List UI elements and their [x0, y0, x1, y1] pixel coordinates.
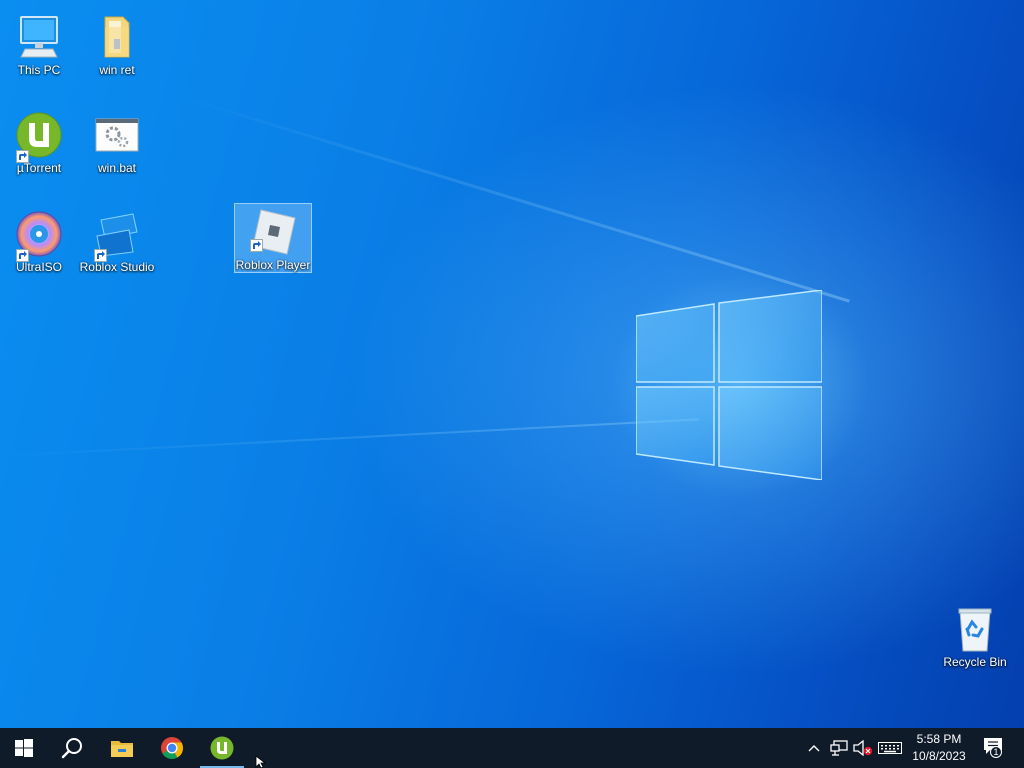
- notification-count-badge: 1: [990, 746, 1002, 758]
- batch-file-icon: [93, 111, 141, 159]
- desktop-icon-label: µTorrent: [16, 161, 62, 175]
- desktop-icon-label: Roblox Player: [235, 258, 311, 272]
- search-icon: [61, 738, 82, 759]
- taskbar: 5:58 PM 10/8/2023 1: [0, 728, 1024, 768]
- start-button[interactable]: [0, 728, 48, 768]
- utorrent-taskbar-button[interactable]: [198, 728, 246, 768]
- windows-start-icon: [15, 739, 33, 757]
- search-button[interactable]: [48, 728, 96, 768]
- desktop-icon-win-bat[interactable]: win.bat: [78, 106, 156, 186]
- desktop-icon-label: Roblox Studio: [79, 260, 155, 274]
- utorrent-icon: [210, 736, 234, 760]
- show-hidden-icons-button[interactable]: [804, 728, 824, 768]
- desktop-icon-ultraiso[interactable]: UltraISO: [0, 205, 78, 285]
- mouse-cursor-icon: [255, 756, 267, 768]
- clock-date: 10/8/2023: [912, 749, 966, 763]
- desktop-icon-label: This PC: [17, 63, 61, 77]
- windows-logo-wallpaper: [636, 290, 822, 480]
- chrome-icon: [161, 737, 183, 759]
- shortcut-arrow-icon: [94, 249, 107, 262]
- clock-time: 5:58 PM: [916, 732, 962, 746]
- desktop-icon-roblox-studio[interactable]: Roblox Studio: [78, 205, 156, 285]
- clock[interactable]: 5:58 PM 10/8/2023: [904, 731, 974, 765]
- folder-icon: [93, 13, 141, 61]
- desktop-icon-roblox-player[interactable]: Roblox Player: [234, 203, 312, 273]
- chrome-button[interactable]: [148, 728, 196, 768]
- network-button[interactable]: [828, 728, 850, 768]
- notification-icon: 1: [983, 737, 1005, 759]
- shortcut-arrow-icon: [250, 239, 263, 252]
- recycle-bin-icon: [951, 605, 999, 653]
- desktop-icon-label: win ret: [99, 63, 135, 77]
- input-indicator-button[interactable]: [876, 728, 904, 768]
- wallpaper-light-beam: [0, 418, 700, 457]
- shortcut-arrow-icon: [16, 249, 29, 262]
- desktop-icon-label: win.bat: [97, 161, 137, 175]
- file-explorer-button[interactable]: [98, 728, 146, 768]
- desktop-icon-win-ret[interactable]: win ret: [78, 8, 156, 88]
- volume-muted-icon: [853, 740, 873, 756]
- desktop-icon-this-pc[interactable]: This PC: [0, 8, 78, 88]
- this-pc-icon: [15, 13, 63, 61]
- network-icon: [830, 740, 848, 756]
- desktop-icon-recycle-bin[interactable]: Recycle Bin: [936, 600, 1014, 680]
- file-explorer-icon: [111, 741, 133, 757]
- chevron-up-icon: [808, 745, 820, 752]
- desktop-icon-label: UltraISO: [15, 260, 62, 274]
- desktop-icon-label: Recycle Bin: [943, 655, 1007, 669]
- shortcut-arrow-icon: [16, 150, 29, 163]
- desktop-icon-utorrent[interactable]: µTorrent: [0, 106, 78, 186]
- action-center-button[interactable]: 1: [980, 728, 1008, 768]
- keyboard-icon: [878, 742, 902, 754]
- volume-button[interactable]: [852, 728, 874, 768]
- desktop[interactable]: This PC win ret µTorrent win.bat UltraIS…: [0, 0, 1024, 728]
